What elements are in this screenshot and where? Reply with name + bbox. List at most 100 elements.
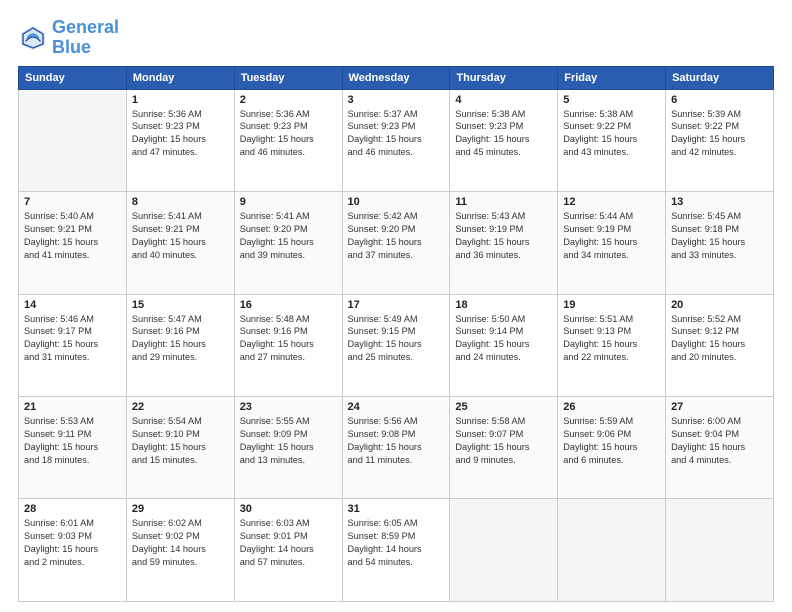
day-number: 9 (240, 196, 337, 208)
calendar-cell: 15 Sunrise: 5:47 AM Sunset: 9:16 PM Dayli… (126, 294, 234, 396)
calendar-day-header: Friday (558, 66, 666, 89)
day-number: 19 (563, 299, 660, 311)
day-info: Sunrise: 5:38 AM Sunset: 9:22 PM Dayligh… (563, 108, 660, 160)
day-info: Sunrise: 5:43 AM Sunset: 9:19 PM Dayligh… (455, 210, 552, 262)
calendar-cell (558, 499, 666, 602)
day-number: 13 (671, 196, 768, 208)
calendar-day-header: Monday (126, 66, 234, 89)
page: General Blue SundayMondayTuesdayWednesda… (0, 0, 792, 612)
day-info: Sunrise: 5:47 AM Sunset: 9:16 PM Dayligh… (132, 313, 229, 365)
calendar-week-row: 1 Sunrise: 5:36 AM Sunset: 9:23 PM Daylig… (19, 89, 774, 191)
calendar-day-header: Wednesday (342, 66, 450, 89)
day-number: 22 (132, 401, 229, 413)
calendar-cell: 22 Sunrise: 5:54 AM Sunset: 9:10 PM Dayli… (126, 397, 234, 499)
calendar-day-header: Thursday (450, 66, 558, 89)
logo-text: General Blue (52, 18, 119, 58)
calendar-cell: 2 Sunrise: 5:36 AM Sunset: 9:23 PM Daylig… (234, 89, 342, 191)
day-info: Sunrise: 5:44 AM Sunset: 9:19 PM Dayligh… (563, 210, 660, 262)
calendar-cell: 18 Sunrise: 5:50 AM Sunset: 9:14 PM Dayli… (450, 294, 558, 396)
calendar-cell: 27 Sunrise: 6:00 AM Sunset: 9:04 PM Dayli… (666, 397, 774, 499)
day-number: 17 (348, 299, 445, 311)
day-number: 23 (240, 401, 337, 413)
day-number: 1 (132, 94, 229, 106)
day-info: Sunrise: 5:41 AM Sunset: 9:21 PM Dayligh… (132, 210, 229, 262)
calendar-week-row: 7 Sunrise: 5:40 AM Sunset: 9:21 PM Daylig… (19, 192, 774, 294)
day-info: Sunrise: 5:38 AM Sunset: 9:23 PM Dayligh… (455, 108, 552, 160)
day-number: 14 (24, 299, 121, 311)
calendar-cell: 1 Sunrise: 5:36 AM Sunset: 9:23 PM Daylig… (126, 89, 234, 191)
calendar-cell: 7 Sunrise: 5:40 AM Sunset: 9:21 PM Daylig… (19, 192, 127, 294)
calendar-cell: 24 Sunrise: 5:56 AM Sunset: 9:08 PM Dayli… (342, 397, 450, 499)
calendar-cell: 5 Sunrise: 5:38 AM Sunset: 9:22 PM Daylig… (558, 89, 666, 191)
day-info: Sunrise: 5:37 AM Sunset: 9:23 PM Dayligh… (348, 108, 445, 160)
day-number: 7 (24, 196, 121, 208)
day-info: Sunrise: 5:50 AM Sunset: 9:14 PM Dayligh… (455, 313, 552, 365)
day-info: Sunrise: 5:40 AM Sunset: 9:21 PM Dayligh… (24, 210, 121, 262)
day-number: 24 (348, 401, 445, 413)
calendar-cell (450, 499, 558, 602)
day-info: Sunrise: 5:39 AM Sunset: 9:22 PM Dayligh… (671, 108, 768, 160)
calendar-cell: 3 Sunrise: 5:37 AM Sunset: 9:23 PM Daylig… (342, 89, 450, 191)
day-info: Sunrise: 5:36 AM Sunset: 9:23 PM Dayligh… (240, 108, 337, 160)
day-info: Sunrise: 5:49 AM Sunset: 9:15 PM Dayligh… (348, 313, 445, 365)
calendar-cell: 8Sunrise: 5:41 AM Sunset: 9:21 PM Daylig… (126, 192, 234, 294)
day-info: Sunrise: 5:54 AM Sunset: 9:10 PM Dayligh… (132, 415, 229, 467)
day-number: 21 (24, 401, 121, 413)
day-info: Sunrise: 5:45 AM Sunset: 9:18 PM Dayligh… (671, 210, 768, 262)
day-number: 3 (348, 94, 445, 106)
day-info: Sunrise: 5:36 AM Sunset: 9:23 PM Dayligh… (132, 108, 229, 160)
calendar-cell: 6 Sunrise: 5:39 AM Sunset: 9:22 PM Daylig… (666, 89, 774, 191)
day-number: 18 (455, 299, 552, 311)
day-number: 12 (563, 196, 660, 208)
calendar-cell: 31 Sunrise: 6:05 AM Sunset: 8:59 PM Dayli… (342, 499, 450, 602)
day-number: 16 (240, 299, 337, 311)
day-number: 31 (348, 503, 445, 515)
logo: General Blue (18, 18, 119, 58)
calendar-cell: 28Sunrise: 6:01 AM Sunset: 9:03 PM Dayli… (19, 499, 127, 602)
calendar-cell: 9 Sunrise: 5:41 AM Sunset: 9:20 PM Daylig… (234, 192, 342, 294)
calendar-cell: 13 Sunrise: 5:45 AM Sunset: 9:18 PM Dayli… (666, 192, 774, 294)
header: General Blue (18, 18, 774, 58)
day-number: 28 (24, 503, 121, 515)
calendar-cell (666, 499, 774, 602)
day-info: Sunrise: 5:56 AM Sunset: 9:08 PM Dayligh… (348, 415, 445, 467)
day-info: Sunrise: 5:42 AM Sunset: 9:20 PM Dayligh… (348, 210, 445, 262)
day-number: 29 (132, 503, 229, 515)
day-number: 5 (563, 94, 660, 106)
calendar-cell: 17 Sunrise: 5:49 AM Sunset: 9:15 PM Dayli… (342, 294, 450, 396)
day-info: Sunrise: 5:41 AM Sunset: 9:20 PM Dayligh… (240, 210, 337, 262)
day-number: 6 (671, 94, 768, 106)
calendar-day-header: Sunday (19, 66, 127, 89)
day-number: 20 (671, 299, 768, 311)
calendar-cell: 4 Sunrise: 5:38 AM Sunset: 9:23 PM Daylig… (450, 89, 558, 191)
day-info: Sunrise: 5:55 AM Sunset: 9:09 PM Dayligh… (240, 415, 337, 467)
calendar-cell: 30Sunrise: 6:03 AM Sunset: 9:01 PM Dayli… (234, 499, 342, 602)
calendar-cell: 16Sunrise: 5:48 AM Sunset: 9:16 PM Dayli… (234, 294, 342, 396)
day-number: 30 (240, 503, 337, 515)
calendar-week-row: 28Sunrise: 6:01 AM Sunset: 9:03 PM Dayli… (19, 499, 774, 602)
day-info: Sunrise: 6:05 AM Sunset: 8:59 PM Dayligh… (348, 517, 445, 569)
calendar-table: SundayMondayTuesdayWednesdayThursdayFrid… (18, 66, 774, 602)
day-info: Sunrise: 5:59 AM Sunset: 9:06 PM Dayligh… (563, 415, 660, 467)
day-info: Sunrise: 5:51 AM Sunset: 9:13 PM Dayligh… (563, 313, 660, 365)
calendar-cell: 19 Sunrise: 5:51 AM Sunset: 9:13 PM Dayli… (558, 294, 666, 396)
day-info: Sunrise: 6:02 AM Sunset: 9:02 PM Dayligh… (132, 517, 229, 569)
calendar-week-row: 14Sunrise: 5:46 AM Sunset: 9:17 PM Dayli… (19, 294, 774, 396)
calendar-cell: 14Sunrise: 5:46 AM Sunset: 9:17 PM Dayli… (19, 294, 127, 396)
day-info: Sunrise: 5:52 AM Sunset: 9:12 PM Dayligh… (671, 313, 768, 365)
calendar-cell: 25Sunrise: 5:58 AM Sunset: 9:07 PM Dayli… (450, 397, 558, 499)
day-number: 4 (455, 94, 552, 106)
calendar-cell: 21Sunrise: 5:53 AM Sunset: 9:11 PM Dayli… (19, 397, 127, 499)
day-info: Sunrise: 5:58 AM Sunset: 9:07 PM Dayligh… (455, 415, 552, 467)
calendar-header-row: SundayMondayTuesdayWednesdayThursdayFrid… (19, 66, 774, 89)
calendar-day-header: Tuesday (234, 66, 342, 89)
calendar-week-row: 21Sunrise: 5:53 AM Sunset: 9:11 PM Dayli… (19, 397, 774, 499)
day-number: 27 (671, 401, 768, 413)
day-number: 26 (563, 401, 660, 413)
day-info: Sunrise: 6:00 AM Sunset: 9:04 PM Dayligh… (671, 415, 768, 467)
day-number: 2 (240, 94, 337, 106)
calendar-cell: 12 Sunrise: 5:44 AM Sunset: 9:19 PM Dayli… (558, 192, 666, 294)
logo-icon (18, 23, 48, 53)
calendar-cell: 11Sunrise: 5:43 AM Sunset: 9:19 PM Dayli… (450, 192, 558, 294)
day-number: 15 (132, 299, 229, 311)
